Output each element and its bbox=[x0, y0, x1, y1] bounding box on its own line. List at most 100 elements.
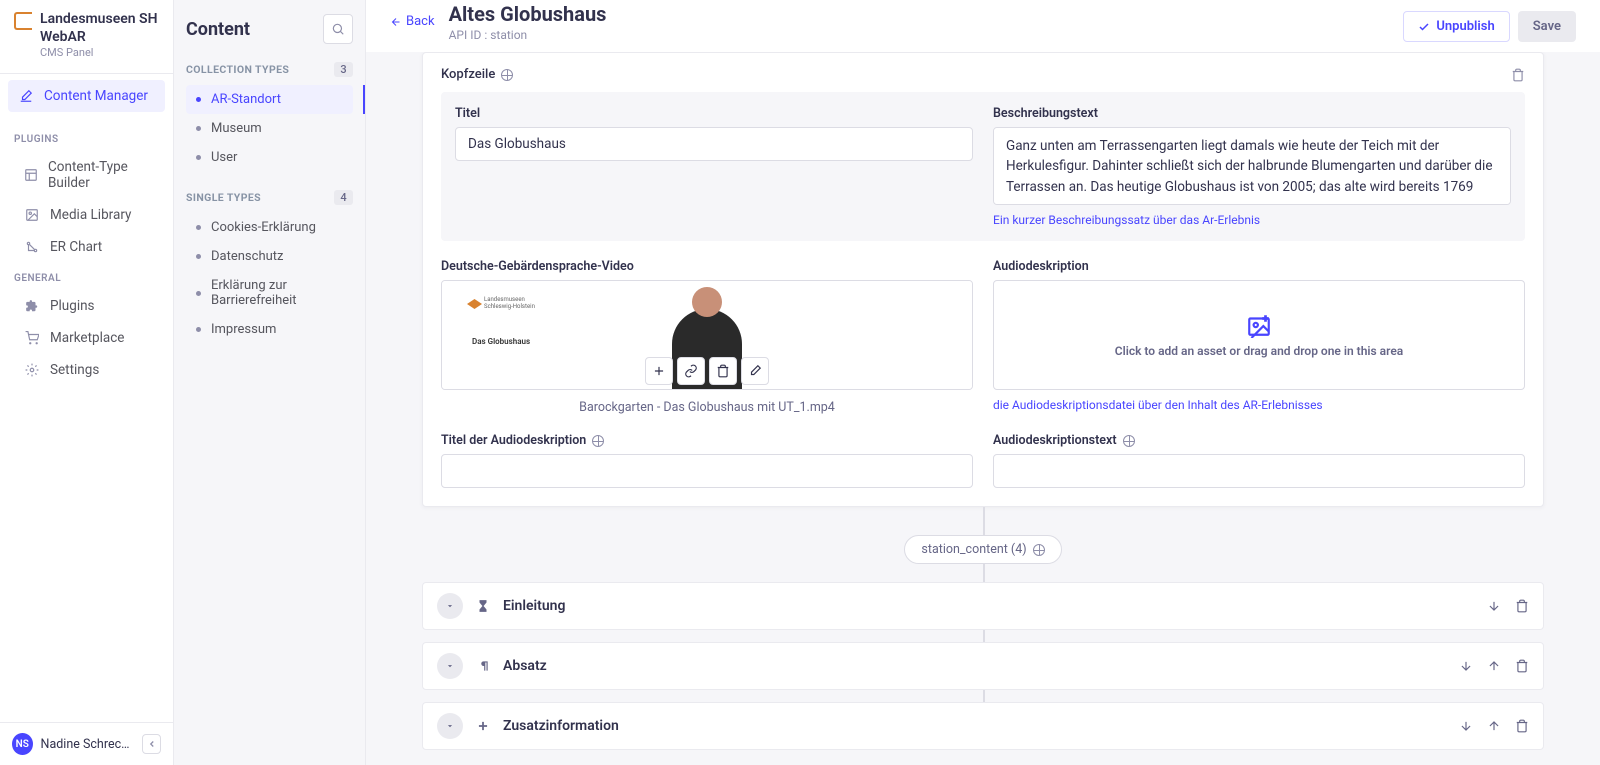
nav-er-chart[interactable]: ER Chart bbox=[14, 231, 159, 263]
page-title: Altes Globushaus bbox=[449, 2, 607, 26]
nav-settings[interactable]: Settings bbox=[14, 354, 159, 386]
collection-item[interactable]: User bbox=[186, 143, 353, 172]
audiodeskription-hint: die Audiodeskriptionsdatei über den Inha… bbox=[993, 398, 1525, 412]
nav-item-label: Settings bbox=[50, 362, 99, 378]
single-type-item[interactable]: Impressum bbox=[186, 315, 353, 344]
video-inner-title: Das Globushaus bbox=[472, 337, 530, 346]
media-edit-button[interactable] bbox=[741, 357, 769, 385]
item-label: AR-Standort bbox=[211, 92, 281, 107]
search-button[interactable] bbox=[323, 14, 353, 44]
single-type-item[interactable]: Cookies-Erklärung bbox=[186, 213, 353, 242]
single-type-item[interactable]: Datenschutz bbox=[186, 242, 353, 271]
content-sidebar: Content COLLECTION TYPES3 AR-Standort Mus… bbox=[174, 0, 366, 765]
item-label: Cookies-Erklärung bbox=[211, 220, 316, 235]
media-add-button[interactable] bbox=[645, 357, 673, 385]
dgs-label: Deutsche-Gebärdensprache-Video bbox=[441, 259, 973, 274]
workspace-title: Landesmuseen SH WebAR bbox=[40, 10, 159, 46]
content-sidebar-title: Content bbox=[186, 19, 250, 40]
bullet-icon bbox=[196, 254, 201, 259]
panel-title: Kopfzeile bbox=[441, 67, 513, 82]
station-content-divider: station_content (4) bbox=[422, 535, 1544, 564]
block-title: Zusatzinformation bbox=[503, 718, 619, 734]
audiodeskription-dropzone[interactable]: Click to add an asset or drag and drop o… bbox=[993, 280, 1525, 390]
paragraph-icon bbox=[475, 659, 491, 673]
user-name: Nadine Schrecken bbox=[41, 737, 135, 752]
move-up-button[interactable] bbox=[1487, 659, 1501, 673]
nav-item-label: Plugins bbox=[50, 298, 95, 314]
workspace-header: Landesmuseen SH WebAR CMS Panel bbox=[0, 0, 173, 65]
collection-item[interactable]: AR-Standort bbox=[186, 85, 353, 114]
collection-count-badge: 3 bbox=[334, 62, 353, 77]
general-section-label: GENERAL bbox=[14, 273, 159, 284]
item-label: User bbox=[211, 150, 237, 165]
back-button[interactable]: Back bbox=[390, 0, 435, 29]
nav-media-library[interactable]: Media Library bbox=[14, 199, 159, 231]
titel-input[interactable] bbox=[455, 127, 973, 161]
gear-icon bbox=[24, 362, 40, 378]
single-type-item[interactable]: Erklärung zur Barrierefreiheit bbox=[186, 271, 353, 315]
content-block: Einleitung bbox=[422, 582, 1544, 630]
audiodeskriptionstext-label: Audiodeskriptionstext bbox=[993, 433, 1525, 448]
nav-item-label: Content Manager bbox=[44, 88, 148, 104]
delete-block-button[interactable] bbox=[1515, 599, 1529, 613]
dgs-video-preview[interactable]: LandesmuseenSchleswig-Holstein Das Globu… bbox=[441, 280, 973, 390]
beschreibung-label: Beschreibungstext bbox=[993, 106, 1511, 121]
bullet-icon bbox=[196, 97, 201, 102]
delete-block-button[interactable] bbox=[1515, 719, 1529, 733]
expand-block-button[interactable] bbox=[437, 593, 463, 619]
bullet-icon bbox=[196, 126, 201, 131]
media-delete-button[interactable] bbox=[709, 357, 737, 385]
arrow-left-icon bbox=[390, 16, 402, 28]
expand-block-button[interactable] bbox=[437, 713, 463, 739]
move-down-button[interactable] bbox=[1487, 599, 1501, 613]
kopfzeile-panel: Kopfzeile Titel Beschreibungstext Ein ku… bbox=[422, 52, 1544, 507]
audiodeskriptionstext-input[interactable] bbox=[993, 454, 1525, 488]
back-label: Back bbox=[406, 14, 435, 29]
cart-icon bbox=[24, 330, 40, 346]
globe-icon bbox=[1033, 544, 1045, 556]
beschreibung-hint: Ein kurzer Beschreibungssatz über das Ar… bbox=[993, 213, 1511, 227]
collection-types-label: COLLECTION TYPES3 bbox=[186, 62, 353, 77]
nav-content-type-builder[interactable]: Content-Type Builder bbox=[14, 151, 159, 199]
item-label: Datenschutz bbox=[211, 249, 283, 264]
primary-sidebar: Landesmuseen SH WebAR CMS Panel Content … bbox=[0, 0, 174, 765]
collapse-sidebar-button[interactable] bbox=[142, 734, 161, 754]
workspace-subtitle: CMS Panel bbox=[40, 46, 159, 59]
globe-icon bbox=[592, 435, 604, 447]
titel-label: Titel bbox=[455, 106, 973, 121]
titel-audiodeskription-label: Titel der Audiodeskription bbox=[441, 433, 973, 448]
content-block: Zusatzinformation bbox=[422, 702, 1544, 750]
move-down-button[interactable] bbox=[1459, 659, 1473, 673]
bullet-icon bbox=[196, 155, 201, 160]
nav-item-label: ER Chart bbox=[50, 239, 102, 255]
nav-content-manager[interactable]: Content Manager bbox=[8, 80, 165, 112]
delete-component-button[interactable] bbox=[1511, 68, 1525, 82]
button-label: Unpublish bbox=[1436, 19, 1494, 34]
puzzle-icon bbox=[24, 298, 40, 314]
move-down-button[interactable] bbox=[1459, 719, 1473, 733]
save-button[interactable]: Save bbox=[1518, 11, 1576, 42]
chart-icon bbox=[24, 239, 40, 255]
media-link-button[interactable] bbox=[677, 357, 705, 385]
bullet-icon bbox=[196, 327, 201, 332]
collection-item[interactable]: Museum bbox=[186, 114, 353, 143]
beschreibung-textarea[interactable] bbox=[993, 127, 1511, 205]
titel-audiodeskription-input[interactable] bbox=[441, 454, 973, 488]
workspace-logo bbox=[14, 12, 32, 30]
image-icon bbox=[24, 207, 40, 223]
image-plus-icon bbox=[1246, 312, 1272, 338]
expand-block-button[interactable] bbox=[437, 653, 463, 679]
move-up-button[interactable] bbox=[1487, 719, 1501, 733]
button-label: Save bbox=[1533, 19, 1561, 34]
hourglass-icon bbox=[475, 599, 491, 613]
delete-block-button[interactable] bbox=[1515, 659, 1529, 673]
bullet-icon bbox=[196, 291, 201, 296]
nav-item-label: Media Library bbox=[50, 207, 131, 223]
audiodeskription-label: Audiodeskription bbox=[993, 259, 1525, 274]
page-header: Back Altes Globushaus API ID : station U… bbox=[366, 0, 1600, 52]
nav-plugins[interactable]: Plugins bbox=[14, 290, 159, 322]
video-logo-icon bbox=[467, 299, 482, 309]
main-area: Back Altes Globushaus API ID : station U… bbox=[366, 0, 1600, 765]
nav-marketplace[interactable]: Marketplace bbox=[14, 322, 159, 354]
unpublish-button[interactable]: Unpublish bbox=[1403, 11, 1509, 42]
